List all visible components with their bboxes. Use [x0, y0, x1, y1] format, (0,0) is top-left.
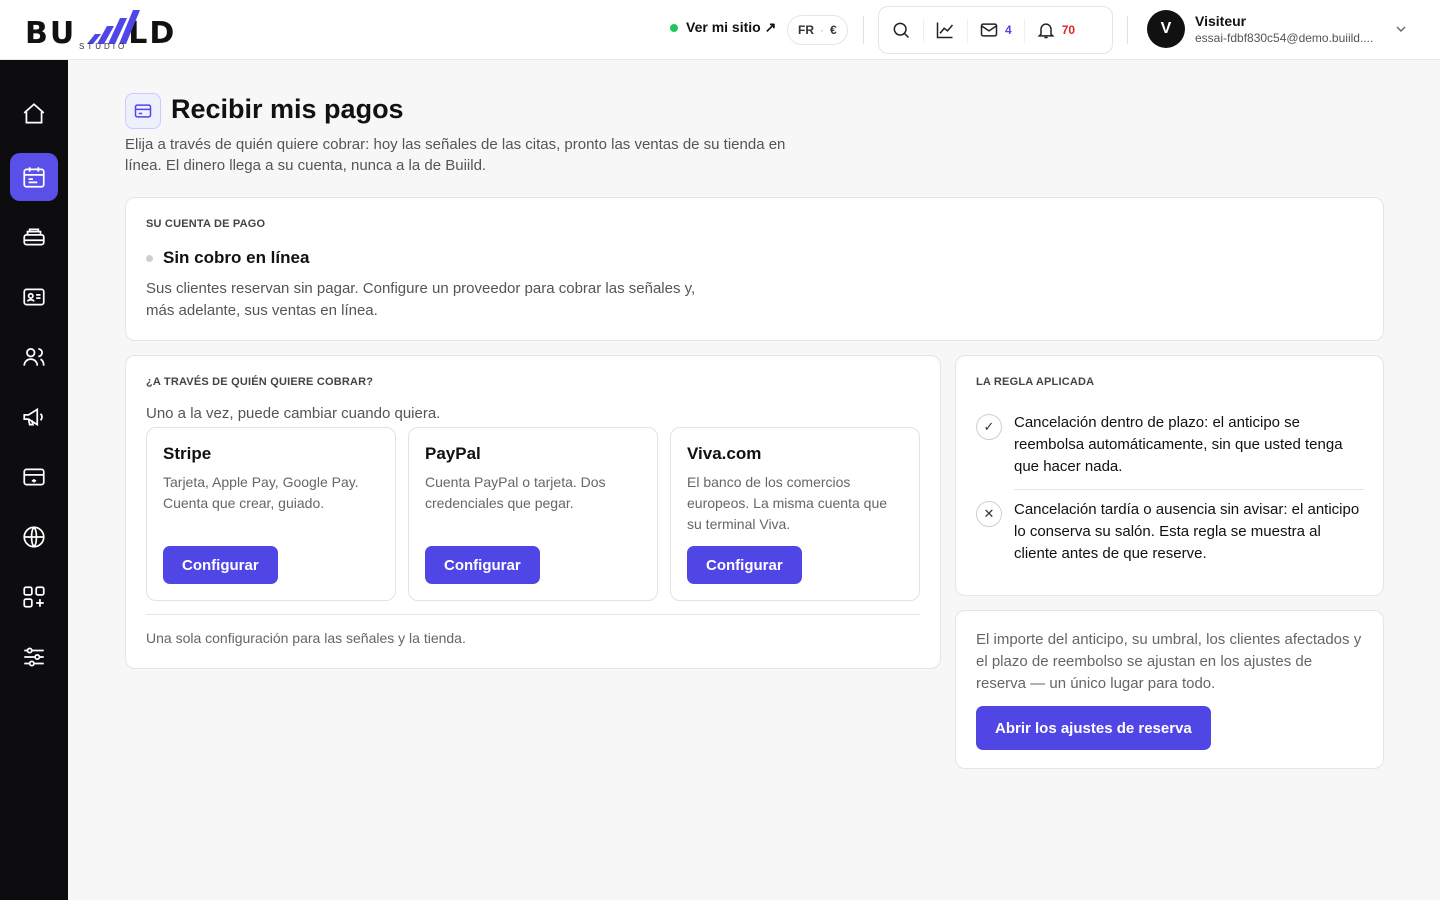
- rule-item: ✕ Cancelación tardía o ausencia sin avis…: [976, 499, 1364, 569]
- providers-card-label: ¿A TRAVÉS DE QUIÉN QUIERE COBRAR?: [146, 376, 374, 388]
- contact-card-icon: [23, 288, 45, 306]
- account-description: Sus clientes reservan sin pagar. Configu…: [146, 280, 696, 319]
- notifications-button[interactable]: 70: [1023, 7, 1087, 53]
- account-status: Sin cobro en línea: [146, 248, 309, 268]
- toolbar-group: 4 70: [878, 6, 1113, 54]
- payment-card-icon: [23, 468, 45, 486]
- configure-paypal-button[interactable]: Configurar: [425, 546, 540, 584]
- currency-symbol: €: [830, 23, 837, 37]
- configure-stripe-button[interactable]: Configurar: [163, 546, 278, 584]
- search-icon: [893, 22, 910, 39]
- provider-card-paypal: PayPal Cuenta PayPal o tarjeta. Dos cred…: [408, 427, 658, 601]
- providers-footer: Una sola configuración para las señales …: [146, 630, 466, 646]
- user-email: essai-fdbf830c54@demo.buiild....: [1195, 31, 1374, 45]
- separator-dot: ·: [820, 23, 824, 37]
- open-booking-settings-button[interactable]: Abrir los ajustes de reserva: [976, 706, 1211, 750]
- check-icon: ✓: [976, 414, 1002, 440]
- account-card-label: SU CUENTA DE PAGO: [146, 218, 266, 230]
- divider: [863, 16, 864, 44]
- page-description: Elija a través de quién quiere cobrar: h…: [125, 136, 786, 174]
- rule-card-label: LA REGLA APLICADA: [976, 376, 1095, 388]
- configure-viva-button[interactable]: Configurar: [687, 546, 802, 584]
- providers-card: ¿A TRAVÉS DE QUIÉN QUIERE COBRAR? Uno a …: [125, 355, 941, 669]
- chevron-down-icon[interactable]: [1395, 23, 1407, 35]
- sidebar-item-calendar[interactable]: [10, 153, 58, 201]
- booking-settings-text: El importe del anticipo, su umbral, los …: [976, 631, 1362, 692]
- stats-button[interactable]: [923, 7, 967, 53]
- provider-name: Stripe: [163, 444, 212, 463]
- user-name: Visiteur: [1195, 13, 1247, 29]
- close-icon: ✕: [976, 501, 1002, 527]
- brand-logo[interactable]: BU LD STUDIO: [25, 8, 185, 52]
- page-title: Recibir mis pagos: [171, 94, 404, 124]
- cash-register-icon: [23, 228, 45, 246]
- language-code: FR: [798, 23, 814, 37]
- payment-account-card: SU CUENTA DE PAGO Sin cobro en línea Sus…: [125, 197, 1384, 341]
- search-button[interactable]: [879, 7, 923, 53]
- provider-description: El banco de los comercios europeos. La m…: [687, 474, 888, 532]
- sidebar-item-clients[interactable]: [10, 333, 58, 381]
- logo-subtitle: STUDIO: [79, 42, 128, 51]
- notification-count: 70: [1061, 23, 1076, 37]
- online-status-dot: [670, 23, 678, 32]
- credit-card-icon: [134, 104, 152, 118]
- provider-card-viva: Viva.com El banco de los comercios europ…: [670, 427, 920, 601]
- sidebar-item-home[interactable]: [10, 90, 58, 138]
- provider-name: Viva.com: [687, 444, 762, 463]
- sidebar: [0, 60, 68, 900]
- mail-count: 4: [1005, 23, 1012, 37]
- view-site-label: Ver mi sitio ↗: [686, 19, 777, 35]
- sidebar-item-register[interactable]: [10, 213, 58, 261]
- chart-icon: [936, 22, 954, 39]
- account-status-text: Sin cobro en línea: [163, 248, 310, 267]
- bell-icon: [1037, 23, 1055, 39]
- rule-text: Cancelación tardía o ausencia sin avisar…: [1014, 501, 1360, 562]
- rule-text: Cancelación dentro de plazo: el anticipo…: [1014, 414, 1343, 475]
- sliders-icon: [24, 647, 44, 667]
- home-icon: [23, 103, 45, 124]
- divider: [146, 614, 920, 615]
- megaphone-icon: [23, 407, 43, 427]
- calendar-icon: [23, 167, 45, 188]
- sidebar-item-contacts[interactable]: [10, 273, 58, 321]
- top-bar: BU LD STUDIO Ver mi sitio ↗ FR · € 4 70 …: [0, 0, 1440, 60]
- status-dot: [146, 254, 153, 262]
- sidebar-item-settings[interactable]: [10, 633, 58, 681]
- provider-name: PayPal: [425, 444, 481, 463]
- provider-description: Cuenta PayPal o tarjeta. Dos credenciale…: [425, 474, 606, 511]
- booking-settings-card: El importe del anticipo, su umbral, los …: [955, 610, 1384, 769]
- applied-rule-card: LA REGLA APLICADA ✓ Cancelación dentro d…: [955, 355, 1384, 596]
- provider-card-stripe: Stripe Tarjeta, Apple Pay, Google Pay. C…: [146, 427, 396, 601]
- mail-icon: [980, 23, 998, 37]
- provider-description: Tarjeta, Apple Pay, Google Pay. Cuenta q…: [163, 474, 359, 511]
- users-icon: [23, 348, 45, 366]
- divider: [1014, 489, 1364, 490]
- sidebar-item-marketing[interactable]: [10, 393, 58, 441]
- globe-icon: [23, 526, 45, 548]
- view-site-link[interactable]: Ver mi sitio ↗: [670, 19, 776, 36]
- logo-bars-icon: [87, 10, 140, 44]
- providers-subtitle: Uno a la vez, puede cambiar cuando quier…: [146, 405, 441, 422]
- avatar: V: [1147, 10, 1185, 48]
- messages-button[interactable]: 4: [967, 7, 1024, 53]
- sidebar-item-website[interactable]: [10, 513, 58, 561]
- sidebar-item-payments[interactable]: [10, 453, 58, 501]
- divider: [1127, 16, 1128, 44]
- page-title-icon: [125, 93, 161, 129]
- user-menu[interactable]: V Visiteur essai-fdbf830c54@demo.buiild.…: [1147, 10, 1385, 48]
- rule-item: ✓ Cancelación dentro de plazo: el antici…: [976, 412, 1364, 482]
- language-currency-selector[interactable]: FR · €: [787, 15, 848, 45]
- sidebar-item-apps[interactable]: [10, 573, 58, 621]
- apps-icon: [23, 586, 45, 608]
